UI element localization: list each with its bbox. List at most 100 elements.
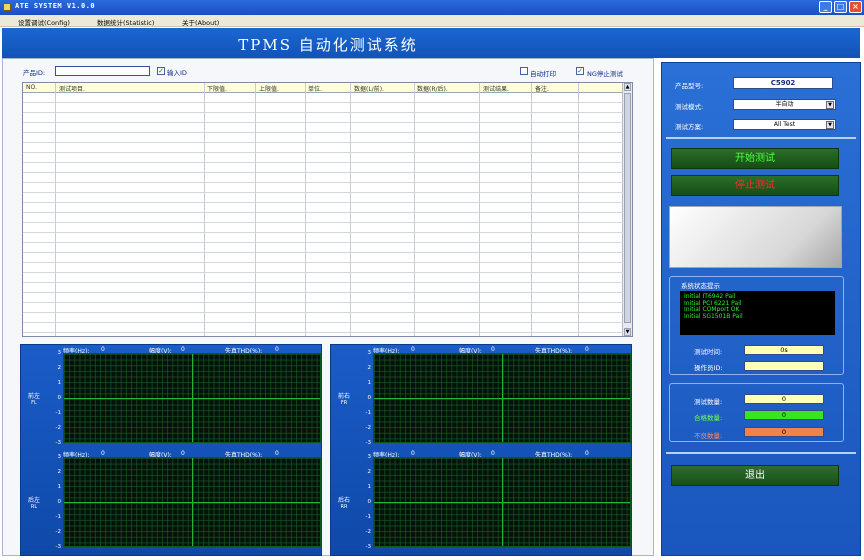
freq-value: 0 [411, 346, 415, 353]
auto-print-checkbox[interactable] [520, 67, 528, 75]
y-tick-label: 2 [57, 365, 62, 371]
divider [666, 452, 856, 454]
y-tick-label: 0 [57, 395, 62, 401]
test-count-value: 0 [744, 394, 824, 404]
col-lower-limit: 下限值. [207, 86, 227, 93]
y-tick-label: 0 [57, 499, 62, 505]
fail-count-label: 不良数量: [694, 432, 723, 440]
y-tick-label: 3 [367, 454, 372, 460]
model-value: C5902 [733, 77, 833, 89]
app-icon [3, 3, 11, 11]
start-test-button[interactable]: 开始测试 [671, 148, 839, 169]
menu-about[interactable]: 关于(About) [182, 17, 219, 27]
ng-stop-checkbox[interactable]: ✓ [576, 67, 584, 75]
table-row[interactable] [23, 242, 623, 243]
status-log: Initial IT6942 Pail Initial PCI 6221 Pail… [680, 291, 835, 335]
table-row[interactable] [23, 322, 623, 323]
chevron-down-icon[interactable]: ▼ [826, 101, 834, 109]
waveform-chart-fl [63, 353, 321, 443]
channel-label: 前右 FR [332, 391, 356, 406]
table-row[interactable] [23, 252, 623, 253]
y-tick-label: 1 [367, 380, 372, 386]
table-row[interactable] [23, 102, 623, 103]
y-tick-label: 0 [367, 395, 372, 401]
y-tick-label: 3 [57, 454, 62, 460]
table-row[interactable] [23, 122, 623, 123]
scroll-up-icon[interactable]: ▲ [624, 83, 631, 91]
window-title: ATE SYSTEM V1.0.0 [15, 2, 96, 10]
table-row[interactable] [23, 262, 623, 263]
scroll-thumb[interactable] [624, 93, 631, 323]
mode-select[interactable]: 半自动 ▼ [733, 99, 836, 110]
channel-cn: 前右 [337, 393, 350, 400]
chevron-down-icon[interactable]: ▼ [826, 121, 834, 129]
close-icon[interactable]: × [849, 1, 862, 13]
table-row[interactable] [23, 202, 623, 203]
col-result: 测试结果. [483, 86, 509, 93]
table-row[interactable] [23, 332, 623, 333]
y-tick-label: 2 [57, 469, 62, 475]
menu-statistic[interactable]: 数据统计(Statistic) [97, 17, 154, 27]
table-row[interactable] [23, 172, 623, 173]
table-row[interactable] [23, 192, 623, 193]
thd-value: 0 [585, 346, 589, 353]
table-row[interactable] [23, 312, 623, 313]
menu-config[interactable]: 设置调试(Config) [18, 17, 70, 27]
y-tick-label: -2 [365, 529, 371, 535]
maximize-icon[interactable]: □ [834, 1, 847, 13]
table-row[interactable] [23, 222, 623, 223]
y-tick-label: -1 [365, 514, 371, 520]
table-row[interactable] [23, 182, 623, 183]
scroll-down-icon[interactable]: ▼ [624, 328, 631, 336]
col-data-left: 数据(L/前). [354, 86, 384, 93]
waveform-chart-rr [373, 457, 631, 547]
table-row[interactable] [23, 152, 623, 153]
status-line: Initial SG1501B Pail [684, 312, 743, 320]
y-tick-label: -3 [365, 544, 371, 550]
col-upper-limit: 上限值. [259, 86, 279, 93]
mode-value: 半自动 [775, 101, 794, 108]
col-no: NO. [26, 84, 37, 91]
channel-code: FL [31, 400, 37, 406]
channel-code: RR [340, 504, 348, 510]
table-row[interactable] [23, 292, 623, 293]
amp-value: 0 [491, 450, 495, 457]
ng-stop-label: NG停止测试 [587, 70, 623, 78]
stop-test-button[interactable]: 停止测试 [671, 175, 839, 196]
table-row[interactable] [23, 302, 623, 303]
table-row[interactable] [23, 162, 623, 163]
table-row[interactable] [23, 272, 623, 273]
table-row[interactable] [23, 212, 623, 213]
product-id-input[interactable] [55, 66, 150, 76]
banner: TPMS 自动化测试系统 [2, 28, 654, 58]
model-label: 产品型号: [675, 82, 704, 90]
col-test-item: 测试项目. [59, 86, 85, 93]
operator-label: 操作员ID: [694, 364, 723, 372]
plan-select[interactable]: All Test ▼ [733, 119, 836, 130]
y-tick-label: -3 [55, 440, 61, 446]
table-row[interactable] [23, 132, 623, 133]
auto-print-label: 自动打印 [530, 70, 556, 78]
table-row[interactable] [23, 142, 623, 143]
y-tick-label: 3 [57, 350, 62, 356]
waveform-chart-rl [63, 457, 321, 547]
minimize-icon[interactable]: _ [819, 1, 832, 13]
y-tick-label: -1 [365, 410, 371, 416]
exit-button[interactable]: 退出 [671, 465, 839, 486]
results-table[interactable]: NO. 测试项目. 下限值. 上限值. 单位. 数据(L/前). 数据(R/后)… [22, 82, 633, 337]
table-row[interactable] [23, 112, 623, 113]
table-row[interactable] [23, 282, 623, 283]
operator-value[interactable] [744, 361, 824, 371]
menu-bar: 设置调试(Config) 数据统计(Statistic) 关于(About) [0, 15, 864, 27]
channel-cn: 前左 [27, 393, 40, 400]
freq-value: 0 [411, 450, 415, 457]
channel-label: 后右 RR [332, 495, 356, 510]
pass-count-value: 0 [744, 410, 824, 420]
amp-value: 0 [491, 346, 495, 353]
y-tick-label: -2 [55, 529, 61, 535]
input-id-checkbox[interactable]: ✓ [157, 67, 165, 75]
table-scrollbar[interactable]: ▲ ▼ [622, 83, 632, 336]
freq-value: 0 [101, 450, 105, 457]
status-indicator [669, 206, 842, 268]
table-row[interactable] [23, 232, 623, 233]
